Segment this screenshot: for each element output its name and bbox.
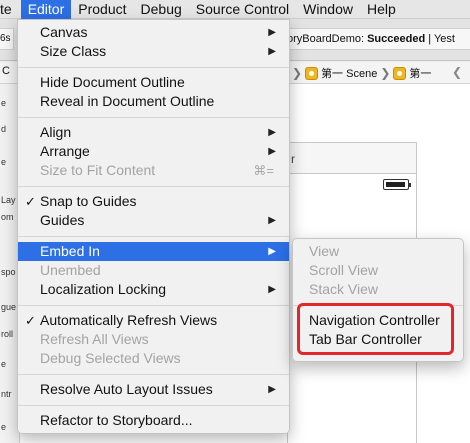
menu-item-snap-to-guides[interactable]: ✓ Snap to Guides [18,192,289,211]
view-controller-icon [393,66,407,80]
menu-separator [18,305,289,306]
menu-item-label: Arrange [40,143,90,159]
menu-item-label: Refresh All Views [40,331,149,347]
annotation-highlight-box [297,303,454,355]
submenu-arrow-icon: ▶ [268,215,276,226]
outline-item[interactable]: ntr [1,389,12,399]
outline-item[interactable]: om [1,212,14,222]
menu-item-label: Resolve Auto Layout Issues [40,381,213,397]
submenu-item-stack-view: Stack View [293,280,463,299]
submenu-arrow-icon: ▶ [268,127,276,138]
menu-bar-item-help[interactable]: Help [360,0,403,19]
breadcrumb-view-controller[interactable]: 第一 [409,65,431,81]
menu-item-label: Scroll View [309,262,378,278]
menu-separator [18,117,289,118]
menu-item-label: View [309,243,340,259]
menu-separator [18,67,289,68]
menu-separator [18,236,289,237]
outline-item[interactable]: e [1,157,6,167]
outline-item[interactable]: Lay [1,195,16,205]
menu-bar-item-debug[interactable]: Debug [134,0,189,19]
menu-item-label: Canvas [40,24,88,40]
menu-item-embed-in[interactable]: Embed In ▶ [18,242,289,261]
menu-item-label: Debug Selected Views [40,350,181,366]
submenu-arrow-icon: ▶ [268,284,276,295]
menu-separator [18,374,289,375]
breadcrumb: ❯ 第一 Scene ❯ 第一 [292,65,431,81]
outline-item[interactable]: spo [1,267,16,277]
menu-bar-item-source-control[interactable]: Source Control [189,0,296,19]
menu-bar-item-window[interactable]: Window [296,0,360,19]
scheme-selector-partial[interactable]: 6s [0,28,14,50]
submenu-arrow-icon: ▶ [268,146,276,157]
battery-icon [383,179,411,190]
menu-item-label: Snap to Guides [40,193,137,209]
menu-item-label: Guides [40,212,85,228]
submenu-arrow-icon: ▶ [268,27,276,38]
menu-item-unembed: Unembed [18,261,289,280]
menu-item-size-to-fit-content: Size to Fit Content ⌘= [18,161,289,180]
scene-icon [305,66,319,80]
menu-item-label: Localization Locking [40,281,167,297]
menu-item-hide-document-outline[interactable]: Hide Document Outline [18,73,289,92]
menu-item-label: Embed In [40,243,100,259]
chevron-right-icon: ❯ [292,66,303,80]
submenu-arrow-icon: ▶ [268,46,276,57]
outline-item[interactable]: d [1,124,6,134]
menu-separator [18,405,289,406]
menu-item-size-class[interactable]: Size Class ▶ [18,42,289,61]
chevron-left-icon[interactable]: ❮ [452,65,462,79]
menu-item-automatically-refresh-views[interactable]: ✓ Automatically Refresh Views [18,311,289,330]
menu-item-refactor-to-storyboard[interactable]: Refactor to Storyboard... [18,411,289,430]
menu-item-guides[interactable]: Guides ▶ [18,211,289,230]
keyboard-shortcut: ⌘= [253,163,274,178]
menu-item-reveal-in-document-outline[interactable]: Reveal in Document Outline [18,92,289,111]
menu-separator [18,186,289,187]
outline-item[interactable]: roll [1,329,13,339]
submenu-arrow-icon: ▶ [268,246,276,257]
build-status-field: oryBoardDemo: Succeeded | Yest [283,28,470,50]
menu-item-label: Refactor to Storyboard... [40,412,193,428]
view-controller-title: r [287,142,417,174]
menu-item-label: Hide Document Outline [40,74,185,90]
menu-item-label: Size Class [40,43,107,59]
editor-menu: Canvas ▶ Size Class ▶ Hide Document Outlin… [17,19,290,434]
build-status-prefix: oryBoardDemo: [287,33,368,45]
breadcrumb-scene[interactable]: 第一 Scene [321,65,377,81]
chevron-right-icon: ❯ [380,66,391,80]
checkmark-icon: ✓ [25,313,36,328]
menu-item-align[interactable]: Align ▶ [18,123,289,142]
outline-item[interactable]: gue [1,302,16,312]
outline-item[interactable]: e [1,359,6,369]
build-status-value: Succeeded [367,33,426,45]
menu-bar-item-partial[interactable]: te [0,0,21,19]
submenu-item-scroll-view: Scroll View [293,261,463,280]
menu-bar-item-editor[interactable]: Editor [20,0,72,19]
menu-bar-item-product[interactable]: Product [71,0,133,19]
menu-item-localization-locking[interactable]: Localization Locking ▶ [18,280,289,299]
menu-bar: te Editor Product Debug Source Control W… [0,0,470,19]
menu-item-canvas[interactable]: Canvas ▶ [18,23,289,42]
submenu-item-view: View [293,242,463,261]
menu-item-resolve-auto-layout-issues[interactable]: Resolve Auto Layout Issues ▶ [18,380,289,399]
jump-bar-left-item[interactable]: C [2,65,12,79]
menu-item-debug-selected-views: Debug Selected Views [18,349,289,368]
build-status-suffix: | Yest [425,33,455,45]
menu-item-label: Stack View [309,281,378,297]
menu-item-label: Unembed [40,262,101,278]
outline-item[interactable]: e [1,98,6,108]
menu-item-label: Reveal in Document Outline [40,93,215,109]
checkmark-icon: ✓ [25,194,36,209]
menu-item-label: Size to Fit Content [40,162,156,178]
menu-item-refresh-all-views: Refresh All Views [18,330,289,349]
menu-item-label: Align [40,124,72,140]
outline-item[interactable]: e [1,422,6,432]
menu-item-arrange[interactable]: Arrange ▶ [18,142,289,161]
submenu-arrow-icon: ▶ [268,384,276,395]
menu-item-label: Automatically Refresh Views [40,312,218,328]
